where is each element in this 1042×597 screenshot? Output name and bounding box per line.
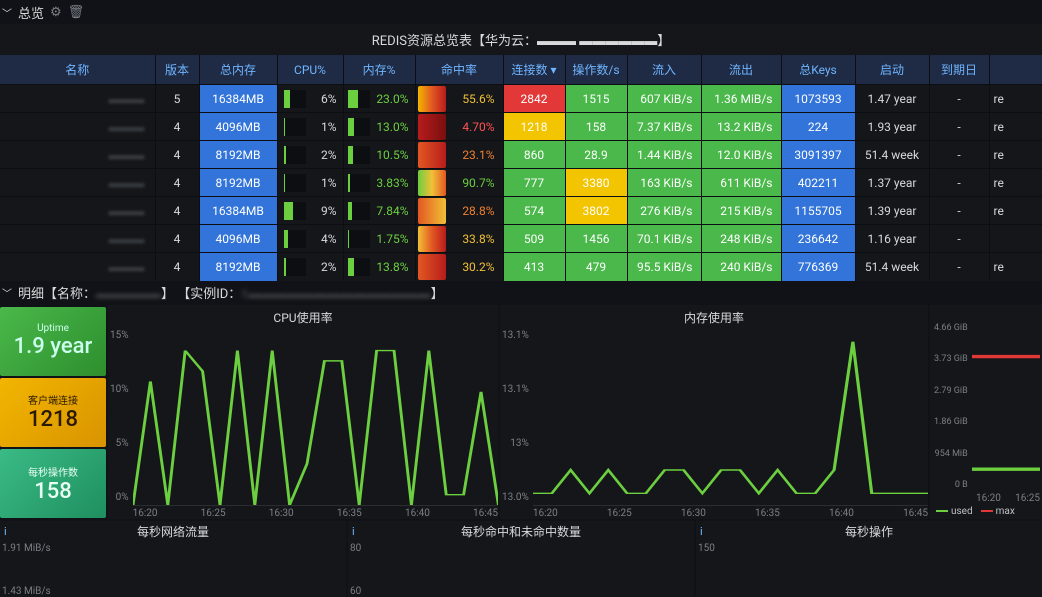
mem-aux-chart: 4.66 GiB3.73 GiB2.79 GiB1.86 GiB954 MiB0… [930,305,1042,519]
info-icon[interactable]: i [352,525,355,538]
table-row[interactable]: ▬▬▬ 4 8192MB 2% 10.5% 23.1% 860 28.9 1.4… [0,141,1042,169]
mini-chart: i 每秒操作 150 [696,521,1042,597]
gear-icon[interactable]: ⚙ [50,5,62,20]
trash-icon[interactable]: 🗑 [68,5,85,20]
stat-card: 每秒操作数158 [0,449,106,518]
stat-card: Uptime1.9 year [0,307,106,376]
col-ver[interactable]: 版本 [155,55,199,85]
overview-title: 总览 [18,3,44,22]
overview-panel-title: REDIS资源总览表【华为云：▬▬▬ ▬▬▬▬▬▬】 [0,24,1042,55]
table-row[interactable]: ▬▬▬ 4 8192MB 1% 3.83% 90.7% 777 3380 163… [0,169,1042,197]
collapse-icon[interactable]: ﹀ [2,5,12,20]
col-keys[interactable]: 总Keys [781,55,855,85]
stat-card: 客户端连接1218 [0,378,106,447]
overview-table: 名称版本总内存CPU%内存%命中率连接数 ▾操作数/s流入流出总Keys启动到期… [0,55,1042,281]
col-mem[interactable]: 总内存 [199,55,277,85]
table-row[interactable]: ▬▬▬ 4 4096MB 1% 13.0% 4.70% 1218 158 7.3… [0,113,1042,141]
mem-chart: 内存使用率 13.1%13.1%13%13.0% 16:2016:2516:30… [500,305,928,519]
collapse-icon[interactable]: ﹀ [2,285,12,300]
info-icon[interactable]: i [4,525,7,538]
mini-chart: i 每秒网络流量 1.91 MiB/s1.43 MiB/s [0,521,346,597]
cpu-chart: CPU使用率 15%10%5%0% 16:2016:2516:3016:3516… [108,305,498,519]
table-row[interactable]: ▬▬▬ 4 4096MB 4% 1.75% 33.8% 509 1456 70.… [0,225,1042,253]
detail-title: 明细【名称：▬▬▬▬▬】 【实例ID：6▬▬▬▬▬▬▬▬▬▬▬▬▬▬】 [18,283,444,302]
table-row[interactable]: ▬▬▬ 4 16384MB 9% 7.84% 28.8% 574 3802 27… [0,197,1042,225]
table-row[interactable]: ▬▬▬ 4 8192MB 2% 13.8% 30.2% 413 479 95.5… [0,253,1042,281]
table-row[interactable]: ▬▬▬ 5 16384MB 6% 23.0% 55.6% 2842 1515 6… [0,85,1042,113]
col-ops[interactable]: 操作数/s [565,55,627,85]
col-expire[interactable]: 到期日 [929,55,989,85]
mini-chart: i 每秒命中和未命中数量 8060 [348,521,694,597]
col-cpu[interactable]: CPU% [277,55,343,85]
col-in[interactable]: 流入 [627,55,701,85]
col-memp[interactable]: 内存% [343,55,415,85]
col-hit[interactable]: 命中率 [415,55,503,85]
col-boot[interactable]: 启动 [855,55,929,85]
col-conn[interactable]: 连接数 ▾ [503,55,565,85]
info-icon[interactable]: i [700,525,703,538]
col-out[interactable]: 流出 [701,55,781,85]
col-name[interactable]: 名称 [0,55,155,85]
